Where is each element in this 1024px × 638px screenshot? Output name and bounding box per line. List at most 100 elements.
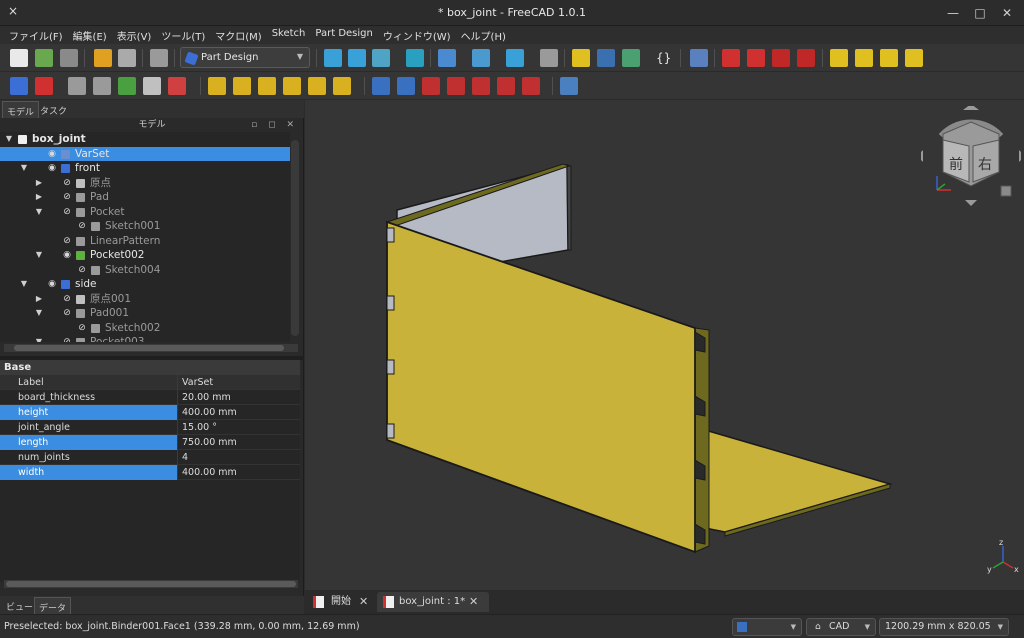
view-dimensions-selector[interactable]: 1200.29 mm x 820.05 mm ▼ xyxy=(879,618,1009,638)
tree-item[interactable]: ⊘ Sketch004 xyxy=(0,263,290,278)
menu-sketch[interactable]: Sketch xyxy=(267,26,311,44)
collapse-arrow-icon[interactable]: ▶ xyxy=(34,292,44,307)
visibility-eye-icon[interactable]: ◉ xyxy=(47,147,57,162)
tree-item[interactable]: ▼ ⊘ Pad001 xyxy=(0,306,290,321)
validate-sketch-icon[interactable] xyxy=(68,77,86,95)
notification-area[interactable]: ▼ xyxy=(732,618,802,636)
property-row-num-joints[interactable]: num_joints 4 xyxy=(0,450,300,465)
visibility-eye-icon[interactable]: ⊘ xyxy=(62,306,72,321)
tab-box-joint[interactable]: box_joint : 1* ✕ xyxy=(377,592,489,612)
close-icon[interactable]: ✕ xyxy=(469,592,478,612)
groove-icon[interactable] xyxy=(422,77,440,95)
close-icon[interactable]: ✕ xyxy=(359,592,368,612)
property-horizontal-scrollbar[interactable] xyxy=(4,580,298,588)
close-button[interactable]: ✕ xyxy=(999,5,1015,21)
draw-style-icon[interactable] xyxy=(438,49,456,67)
braces-icon[interactable]: {} xyxy=(656,51,671,69)
visibility-eye-icon[interactable]: ⊘ xyxy=(62,234,72,249)
tab-data[interactable]: データ xyxy=(34,597,72,614)
subtractive-pipe-icon[interactable] xyxy=(472,77,490,95)
visibility-eye-icon[interactable]: ⊘ xyxy=(62,292,72,307)
subtractive-primitive-icon[interactable] xyxy=(522,77,540,95)
sketch-icon[interactable] xyxy=(35,77,53,95)
subshape-binder-icon[interactable] xyxy=(143,77,161,95)
expand-arrow-icon[interactable]: ▼ xyxy=(4,132,14,147)
tree-item[interactable]: ⊘ LinearPattern xyxy=(0,234,290,249)
assembly-part-icon[interactable] xyxy=(880,49,898,67)
pipe-icon[interactable] xyxy=(283,77,301,95)
collapse-arrow-icon[interactable]: ▶ xyxy=(34,190,44,205)
3d-viewport[interactable]: z x y 前 右 xyxy=(305,100,1024,590)
property-value[interactable]: 400.00 mm xyxy=(180,405,300,420)
save-document-icon[interactable] xyxy=(60,49,78,67)
whats-this-icon[interactable] xyxy=(690,49,708,67)
navigation-cube[interactable]: 前 右 xyxy=(921,106,1021,206)
tree-item[interactable]: ▼ box_joint xyxy=(0,132,290,147)
new-document-icon[interactable] xyxy=(10,49,28,67)
visibility-eye-icon[interactable]: ⊘ xyxy=(77,321,87,336)
tree-horizontal-scrollbar[interactable] xyxy=(4,344,298,352)
nav-left-arrow-icon[interactable] xyxy=(921,150,923,162)
menu-help[interactable]: ヘルプ(H) xyxy=(456,26,511,44)
bounding-box-icon[interactable] xyxy=(472,49,490,67)
property-value[interactable]: 4 xyxy=(180,450,300,465)
tree-item[interactable]: ▼ ◉ Pocket002 xyxy=(0,248,290,263)
menu-edit[interactable]: 編集(E) xyxy=(68,26,112,44)
open-document-icon[interactable] xyxy=(35,49,53,67)
std-views-icon[interactable] xyxy=(372,49,390,67)
group-folder-icon[interactable] xyxy=(597,49,615,67)
subtractive-loft-icon[interactable] xyxy=(447,77,465,95)
tab-start-page[interactable]: 開始 ✕ xyxy=(307,592,375,612)
nav-down-arrow-icon[interactable] xyxy=(965,200,977,206)
box-icon[interactable] xyxy=(722,49,740,67)
tree-vertical-scrollbar[interactable] xyxy=(291,140,299,336)
tree-item[interactable]: ⊘ Sketch002 xyxy=(0,321,290,336)
additive-primitive-icon[interactable] xyxy=(333,77,351,95)
expand-arrow-icon[interactable]: ▼ xyxy=(34,205,44,220)
collapse-arrow-icon[interactable]: ▶ xyxy=(34,176,44,191)
tree-item[interactable]: ⊘ Sketch001 xyxy=(0,219,290,234)
property-value[interactable]: 15.00 ° xyxy=(180,420,300,435)
visibility-eye-icon[interactable]: ⊘ xyxy=(62,176,72,191)
view-menu-icon[interactable] xyxy=(1000,185,1012,197)
body-icon[interactable] xyxy=(10,77,28,95)
property-row-board-thickness[interactable]: board_thickness 20.00 mm xyxy=(0,390,300,405)
measure-icon[interactable] xyxy=(406,49,424,67)
link-icon[interactable] xyxy=(622,49,640,67)
property-value[interactable]: 20.00 mm xyxy=(180,390,300,405)
expand-arrow-icon[interactable]: ▼ xyxy=(34,335,44,342)
measure-distance-icon[interactable] xyxy=(540,49,558,67)
tree-item[interactable]: ▼ ◉ side xyxy=(0,277,290,292)
tree-item[interactable]: ▶ ⊘ Pad xyxy=(0,190,290,205)
visibility-eye-icon[interactable]: ⊘ xyxy=(77,263,87,278)
menu-window[interactable]: ウィンドウ(W) xyxy=(378,26,456,44)
expand-arrow-icon[interactable]: ▼ xyxy=(19,161,29,176)
property-value[interactable]: 750.00 mm xyxy=(180,435,300,450)
visibility-eye-icon[interactable]: ◉ xyxy=(47,277,57,292)
tree-item[interactable]: ▼ ◉ front xyxy=(0,161,290,176)
undo-icon[interactable] xyxy=(94,49,112,67)
tree-item[interactable]: ▶ ⊘ 原点001 xyxy=(0,292,290,307)
refresh-icon[interactable] xyxy=(150,49,168,67)
tab-tasks[interactable]: タスク xyxy=(36,101,71,118)
subtractive-helix-icon[interactable] xyxy=(497,77,515,95)
helix-icon[interactable] xyxy=(308,77,326,95)
redo-icon[interactable] xyxy=(118,49,136,67)
3d-scene[interactable]: z x y xyxy=(305,100,1024,590)
visibility-eye-icon[interactable]: ⊘ xyxy=(62,205,72,220)
assembly-solve-icon[interactable] xyxy=(905,49,923,67)
clone-icon[interactable] xyxy=(93,77,111,95)
tree-item[interactable]: ▼ ⊘ Pocket xyxy=(0,205,290,220)
assembly-icon[interactable] xyxy=(830,49,848,67)
property-row-width[interactable]: width 400.00 mm xyxy=(0,465,300,480)
datum-plane-icon[interactable] xyxy=(168,77,186,95)
pad-icon[interactable] xyxy=(208,77,226,95)
expand-arrow-icon[interactable]: ▼ xyxy=(19,277,29,292)
menu-view[interactable]: 表示(V) xyxy=(112,26,157,44)
front-panel-face[interactable] xyxy=(386,220,696,554)
cone-icon[interactable] xyxy=(797,49,815,67)
visibility-eye-icon[interactable]: ⊘ xyxy=(62,190,72,205)
zoom-icon[interactable] xyxy=(506,49,524,67)
menu-part-design[interactable]: Part Design xyxy=(310,26,377,44)
visibility-eye-icon[interactable]: ⊘ xyxy=(62,335,72,342)
